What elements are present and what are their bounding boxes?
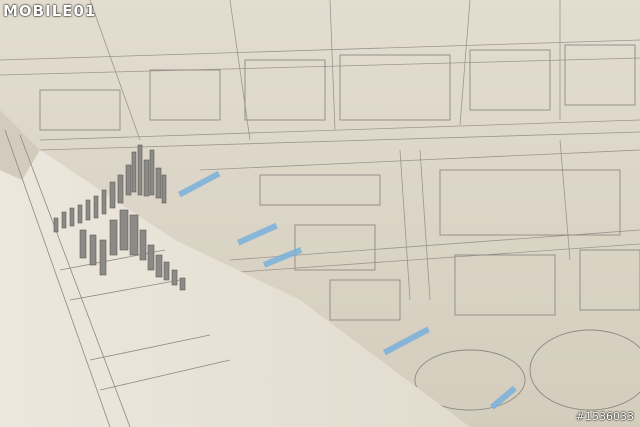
photo-scene: MOBILE01 #1536033 (0, 0, 640, 427)
blueprint-photo (0, 0, 640, 427)
watermark-logo: MOBILE01 (3, 2, 97, 20)
watermark-photo-id: #1536033 (575, 410, 634, 423)
